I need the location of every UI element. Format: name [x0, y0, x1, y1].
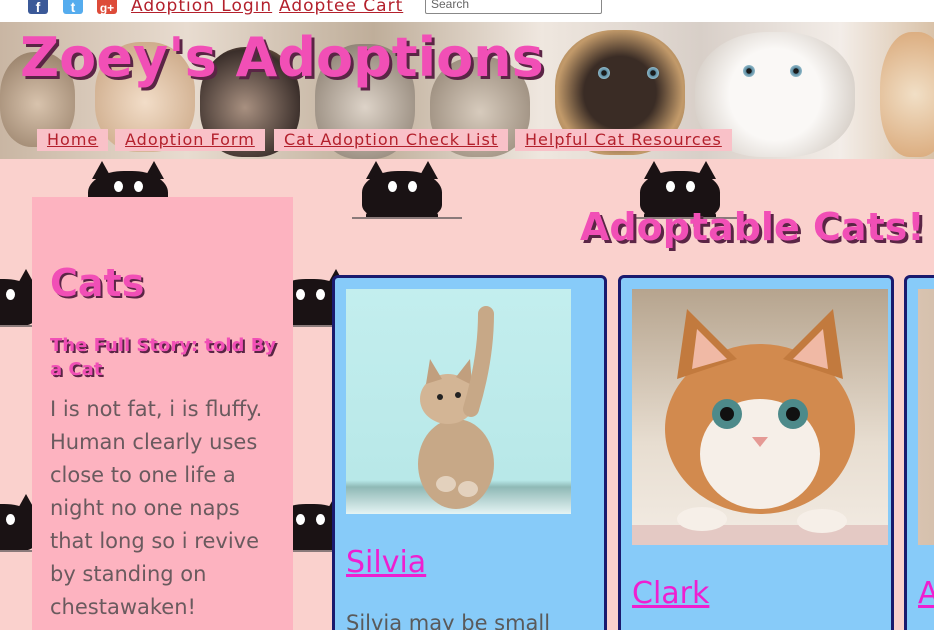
sidebar-subheading: The Full Story: told By a Cat: [50, 335, 277, 380]
cat-photo[interactable]: [346, 289, 571, 514]
cat-photo[interactable]: [632, 289, 888, 545]
cat-name-link[interactable]: A: [918, 576, 934, 611]
sidebar-story: Cats The Full Story: told By a Cat I is …: [32, 197, 293, 630]
main-content: Cats The Full Story: told By a Cat I is …: [0, 159, 934, 630]
kitten-eye: [790, 65, 802, 77]
kitten-illustration: [632, 309, 888, 545]
cat-name-link[interactable]: Clark: [632, 576, 709, 611]
header-banner: Zoey's Adoptions Home Adoption Form Cat …: [0, 22, 934, 159]
twitter-icon[interactable]: t: [63, 0, 83, 14]
cat-card: Clark: [618, 275, 894, 630]
kitten-eye: [647, 67, 659, 79]
adoption-login-link[interactable]: Adoption Login: [131, 0, 272, 16]
top-utility-bar: f t g+ Adoption Login Adoptee Cart: [0, 0, 934, 22]
cat-name-link[interactable]: Silvia: [346, 545, 426, 580]
cat-card: Silvia Silvia may be small: [332, 275, 607, 630]
google-plus-icon[interactable]: g+: [97, 0, 117, 14]
nav-home[interactable]: Home: [37, 129, 109, 151]
nav-cat-adoption-check-list[interactable]: Cat Adoption Check List: [274, 129, 509, 151]
page-title: Adoptable Cats!: [580, 205, 925, 249]
cat-card: A: [904, 275, 934, 630]
search-input[interactable]: [425, 0, 602, 14]
sidebar-body-text: I is not fat, i is fluffy. Human clearly…: [50, 397, 263, 619]
nav-helpful-cat-resources[interactable]: Helpful Cat Resources: [515, 129, 732, 151]
cat-photo[interactable]: [918, 289, 934, 545]
kitten-eye: [743, 65, 755, 77]
facebook-icon[interactable]: f: [28, 0, 48, 14]
kitten-eye: [598, 67, 610, 79]
site-title[interactable]: Zoey's Adoptions: [20, 26, 544, 89]
nav-adoption-form[interactable]: Adoption Form: [115, 129, 265, 151]
main-nav: Home Adoption Form Cat Adoption Check Li…: [0, 129, 934, 151]
adoptee-cart-link[interactable]: Adoptee Cart: [279, 0, 403, 16]
sidebar-heading: Cats: [50, 261, 145, 305]
cat-description: Silvia may be small: [346, 611, 551, 630]
kitten-illustration: [418, 306, 494, 509]
